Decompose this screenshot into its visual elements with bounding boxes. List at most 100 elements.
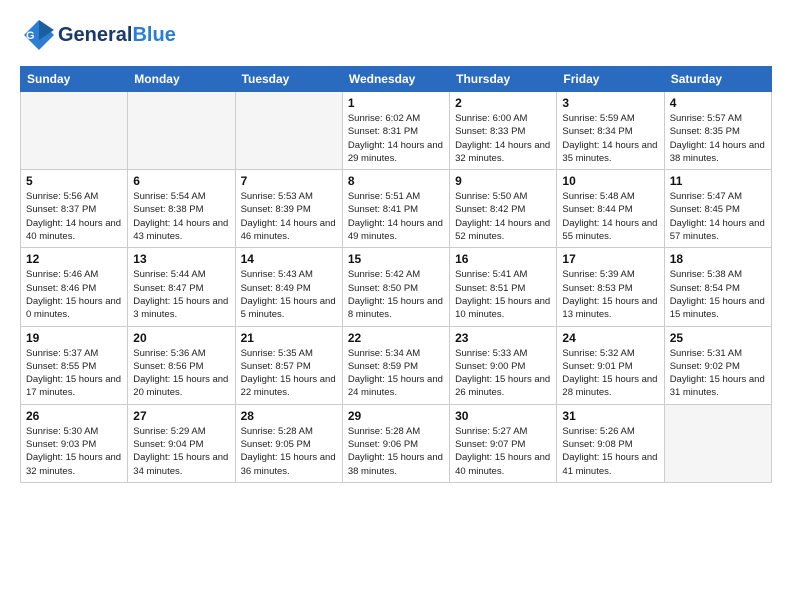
day-number: 7 (241, 174, 337, 188)
day-info: Sunrise: 5:31 AM Sunset: 9:02 PM Dayligh… (670, 347, 766, 400)
day-number: 10 (562, 174, 658, 188)
day-info: Sunrise: 5:27 AM Sunset: 9:07 PM Dayligh… (455, 425, 551, 478)
day-info: Sunrise: 5:36 AM Sunset: 8:56 PM Dayligh… (133, 347, 229, 400)
calendar-day-cell: 17 Sunrise: 5:39 AM Sunset: 8:53 PM Dayli… (557, 248, 664, 326)
logo-general-text: General (58, 24, 132, 46)
calendar-day-cell: 12 Sunrise: 5:46 AM Sunset: 8:46 PM Dayli… (21, 248, 128, 326)
day-info: Sunrise: 5:38 AM Sunset: 8:54 PM Dayligh… (670, 268, 766, 321)
day-info: Sunrise: 5:57 AM Sunset: 8:35 PM Dayligh… (670, 112, 766, 165)
calendar-day-cell: 13 Sunrise: 5:44 AM Sunset: 8:47 PM Dayli… (128, 248, 235, 326)
calendar-week-row: 12 Sunrise: 5:46 AM Sunset: 8:46 PM Dayli… (21, 248, 772, 326)
day-info: Sunrise: 5:50 AM Sunset: 8:42 PM Dayligh… (455, 190, 551, 243)
weekday-header-row: SundayMondayTuesdayWednesdayThursdayFrid… (21, 67, 772, 92)
calendar-day-cell: 20Sunrise: 5:36 AM Sunset: 8:56 PM Dayli… (128, 326, 235, 404)
calendar-day-cell: 14 Sunrise: 5:43 AM Sunset: 8:49 PM Dayli… (235, 248, 342, 326)
calendar-day-cell: 31 Sunrise: 5:26 AM Sunset: 9:08 PM Dayli… (557, 404, 664, 482)
calendar-day-cell: 23Sunrise: 5:33 AM Sunset: 9:00 PM Dayli… (450, 326, 557, 404)
day-number: 30 (455, 409, 551, 423)
day-number: 19 (26, 331, 122, 345)
day-info: Sunrise: 5:39 AM Sunset: 8:53 PM Dayligh… (562, 268, 658, 321)
day-number: 28 (241, 409, 337, 423)
calendar-day-cell (21, 92, 128, 170)
day-number: 31 (562, 409, 658, 423)
calendar-day-cell: 11 Sunrise: 5:47 AM Sunset: 8:45 PM Dayli… (664, 170, 771, 248)
calendar-day-cell: 5Sunrise: 5:56 AM Sunset: 8:37 PM Daylig… (21, 170, 128, 248)
day-info: Sunrise: 5:59 AM Sunset: 8:34 PM Dayligh… (562, 112, 658, 165)
calendar-day-cell: 15Sunrise: 5:42 AM Sunset: 8:50 PM Dayli… (342, 248, 449, 326)
day-number: 18 (670, 252, 766, 266)
day-number: 15 (348, 252, 444, 266)
logo-blue-text: Blue (132, 24, 175, 46)
day-number: 4 (670, 96, 766, 110)
calendar-day-cell: 19 Sunrise: 5:37 AM Sunset: 8:55 PM Dayli… (21, 326, 128, 404)
day-info: Sunrise: 5:28 AM Sunset: 9:06 PM Dayligh… (348, 425, 444, 478)
day-info: Sunrise: 5:43 AM Sunset: 8:49 PM Dayligh… (241, 268, 337, 321)
calendar-day-cell (664, 404, 771, 482)
svg-text:G: G (26, 30, 35, 42)
weekday-header-saturday: Saturday (664, 67, 771, 92)
day-info: Sunrise: 5:44 AM Sunset: 8:47 PM Dayligh… (133, 268, 229, 321)
calendar-week-row: 1 Sunrise: 6:02 AM Sunset: 8:31 PM Daylig… (21, 92, 772, 170)
day-number: 12 (26, 252, 122, 266)
calendar-day-cell: 27 Sunrise: 5:29 AM Sunset: 9:04 PM Dayli… (128, 404, 235, 482)
calendar-day-cell (128, 92, 235, 170)
day-info: Sunrise: 5:34 AM Sunset: 8:59 PM Dayligh… (348, 347, 444, 400)
day-info: Sunrise: 5:30 AM Sunset: 9:03 PM Dayligh… (26, 425, 122, 478)
calendar-day-cell: 3 Sunrise: 5:59 AM Sunset: 8:34 PM Daylig… (557, 92, 664, 170)
calendar-day-cell: 16Sunrise: 5:41 AM Sunset: 8:51 PM Dayli… (450, 248, 557, 326)
day-number: 3 (562, 96, 658, 110)
day-info: Sunrise: 6:00 AM Sunset: 8:33 PM Dayligh… (455, 112, 551, 165)
calendar-week-row: 19 Sunrise: 5:37 AM Sunset: 8:55 PM Dayli… (21, 326, 772, 404)
weekday-header-thursday: Thursday (450, 67, 557, 92)
calendar-day-cell: 4 Sunrise: 5:57 AM Sunset: 8:35 PM Daylig… (664, 92, 771, 170)
day-number: 16 (455, 252, 551, 266)
calendar-day-cell: 25 Sunrise: 5:31 AM Sunset: 9:02 PM Dayli… (664, 326, 771, 404)
calendar-day-cell (235, 92, 342, 170)
weekday-header-friday: Friday (557, 67, 664, 92)
day-info: Sunrise: 5:28 AM Sunset: 9:05 PM Dayligh… (241, 425, 337, 478)
day-number: 24 (562, 331, 658, 345)
day-info: Sunrise: 5:51 AM Sunset: 8:41 PM Dayligh… (348, 190, 444, 243)
calendar-week-row: 5Sunrise: 5:56 AM Sunset: 8:37 PM Daylig… (21, 170, 772, 248)
calendar-day-cell: 6 Sunrise: 5:54 AM Sunset: 8:38 PM Daylig… (128, 170, 235, 248)
calendar-day-cell: 28 Sunrise: 5:28 AM Sunset: 9:05 PM Dayli… (235, 404, 342, 482)
calendar-day-cell: 30 Sunrise: 5:27 AM Sunset: 9:07 PM Dayli… (450, 404, 557, 482)
day-info: Sunrise: 5:53 AM Sunset: 8:39 PM Dayligh… (241, 190, 337, 243)
day-number: 29 (348, 409, 444, 423)
day-number: 17 (562, 252, 658, 266)
day-info: Sunrise: 5:47 AM Sunset: 8:45 PM Dayligh… (670, 190, 766, 243)
day-number: 14 (241, 252, 337, 266)
weekday-header-monday: Monday (128, 67, 235, 92)
day-info: Sunrise: 5:37 AM Sunset: 8:55 PM Dayligh… (26, 347, 122, 400)
day-info: Sunrise: 5:26 AM Sunset: 9:08 PM Dayligh… (562, 425, 658, 478)
day-info: Sunrise: 5:48 AM Sunset: 8:44 PM Dayligh… (562, 190, 658, 243)
day-number: 27 (133, 409, 229, 423)
calendar-day-cell: 2Sunrise: 6:00 AM Sunset: 8:33 PM Daylig… (450, 92, 557, 170)
day-number: 6 (133, 174, 229, 188)
day-number: 23 (455, 331, 551, 345)
day-number: 25 (670, 331, 766, 345)
day-number: 26 (26, 409, 122, 423)
calendar-week-row: 26 Sunrise: 5:30 AM Sunset: 9:03 PM Dayli… (21, 404, 772, 482)
day-number: 21 (241, 331, 337, 345)
calendar-day-cell: 21Sunrise: 5:35 AM Sunset: 8:57 PM Dayli… (235, 326, 342, 404)
day-number: 1 (348, 96, 444, 110)
day-number: 5 (26, 174, 122, 188)
day-number: 13 (133, 252, 229, 266)
day-info: Sunrise: 6:02 AM Sunset: 8:31 PM Dayligh… (348, 112, 444, 165)
calendar-day-cell: 24 Sunrise: 5:32 AM Sunset: 9:01 PM Dayli… (557, 326, 664, 404)
calendar-table: SundayMondayTuesdayWednesdayThursdayFrid… (20, 66, 772, 483)
calendar-day-cell: 9 Sunrise: 5:50 AM Sunset: 8:42 PM Daylig… (450, 170, 557, 248)
day-number: 11 (670, 174, 766, 188)
logo: G GeneralBlue (20, 16, 176, 54)
day-info: Sunrise: 5:46 AM Sunset: 8:46 PM Dayligh… (26, 268, 122, 321)
day-info: Sunrise: 5:29 AM Sunset: 9:04 PM Dayligh… (133, 425, 229, 478)
calendar-day-cell: 26 Sunrise: 5:30 AM Sunset: 9:03 PM Dayli… (21, 404, 128, 482)
day-info: Sunrise: 5:32 AM Sunset: 9:01 PM Dayligh… (562, 347, 658, 400)
calendar-day-cell: 22Sunrise: 5:34 AM Sunset: 8:59 PM Dayli… (342, 326, 449, 404)
calendar-day-cell: 8Sunrise: 5:51 AM Sunset: 8:41 PM Daylig… (342, 170, 449, 248)
day-info: Sunrise: 5:54 AM Sunset: 8:38 PM Dayligh… (133, 190, 229, 243)
calendar-day-cell: 1 Sunrise: 6:02 AM Sunset: 8:31 PM Daylig… (342, 92, 449, 170)
weekday-header-sunday: Sunday (21, 67, 128, 92)
day-number: 9 (455, 174, 551, 188)
